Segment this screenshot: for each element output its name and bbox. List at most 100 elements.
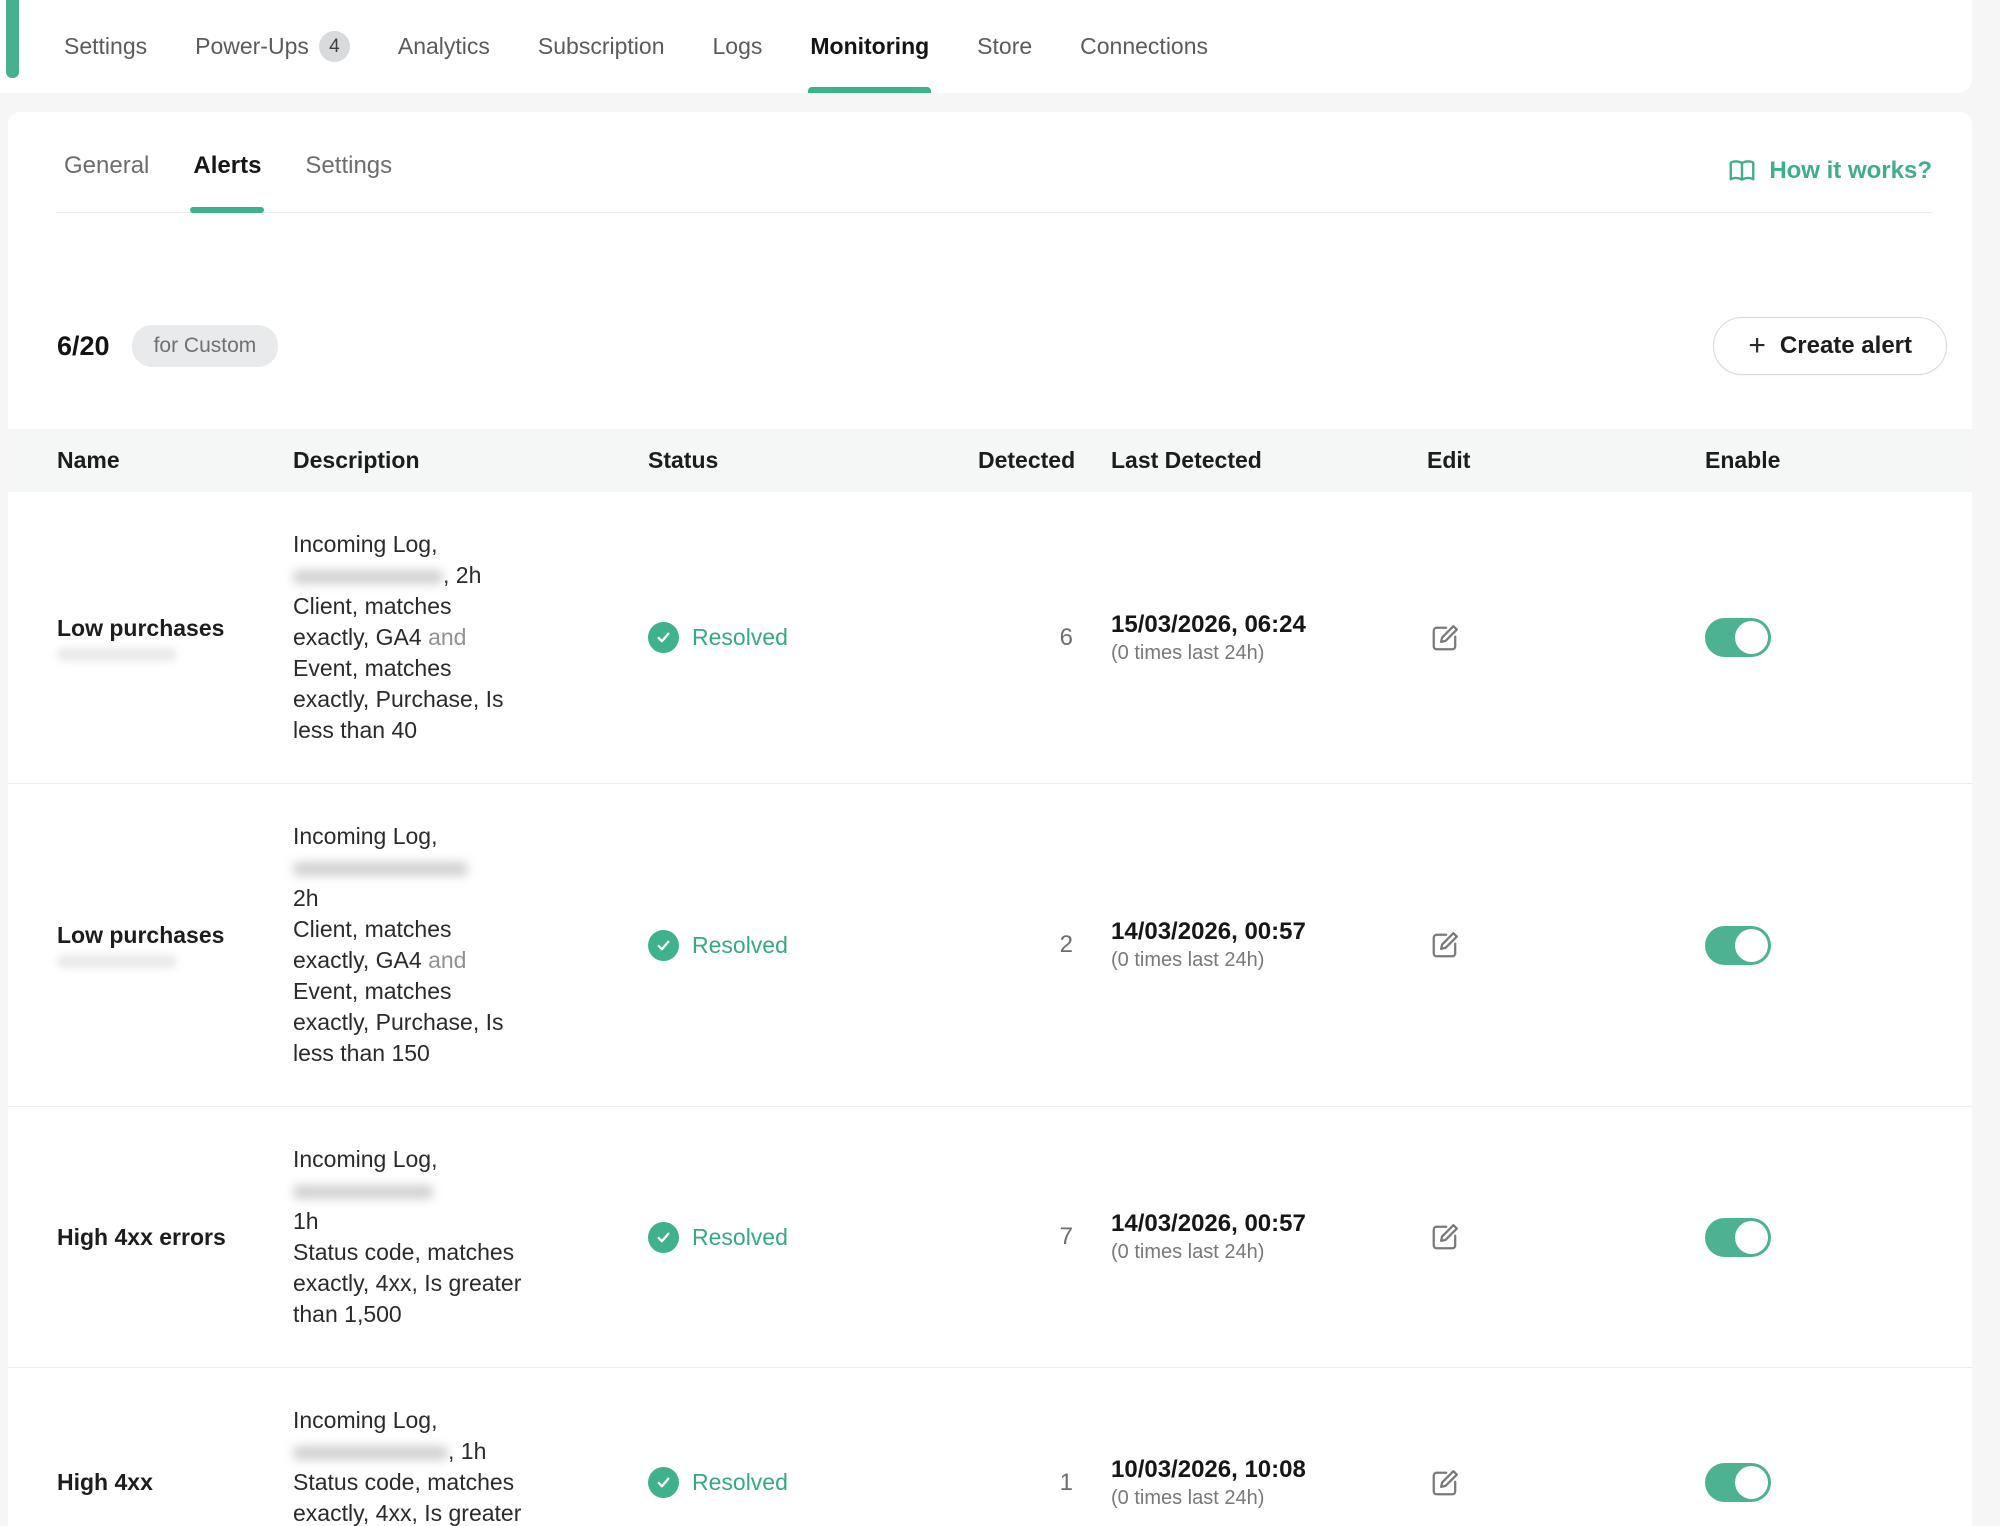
edit-pencil-icon (1427, 620, 1463, 656)
monitoring-tabs: General Alerts Settings (56, 152, 392, 212)
alerts-counter-group: 6/20 for Custom (57, 325, 278, 367)
alert-description: Incoming Log,1hStatus code, matchesexact… (293, 1107, 648, 1367)
header-last-detected: Last Detected (1083, 447, 1403, 474)
nav-item-store[interactable]: Store (977, 0, 1032, 93)
alert-row: Low purchases Incoming Log,2hClient, mat… (8, 784, 1972, 1107)
alert-name: High 4xx errors (57, 1224, 226, 1250)
power-ups-count-badge: 4 (319, 31, 350, 62)
header-detected: Detected (978, 447, 1083, 474)
status-label: Resolved (692, 624, 788, 651)
header-enable: Enable (1693, 447, 1972, 474)
nav-item-analytics[interactable]: Analytics (398, 0, 490, 93)
nav-label: Subscription (538, 33, 665, 60)
active-section-accent-bar (6, 0, 19, 78)
nav-label: Power-Ups (195, 33, 309, 60)
tab-settings[interactable]: Settings (305, 152, 392, 212)
toggle-knob (1735, 621, 1768, 654)
nav-label: Store (977, 33, 1032, 60)
alerts-table-body: Low purchases Incoming Log,, 2hClient, m… (8, 492, 1972, 1526)
last-detected-date: 14/03/2026, 00:57 (1111, 1210, 1393, 1238)
enable-toggle[interactable] (1705, 926, 1771, 965)
detected-count: 2 (978, 931, 1083, 959)
last-detected-date: 15/03/2026, 06:24 (1111, 611, 1393, 639)
status-badge: Resolved (648, 1467, 968, 1498)
status-badge: Resolved (648, 622, 968, 653)
alert-name: Low purchases (57, 922, 224, 948)
alert-name-redacted-text (57, 955, 177, 968)
top-navigation-bar: Settings Power-Ups 4 Analytics Subscript… (0, 0, 1972, 93)
nav-label: Logs (713, 33, 763, 60)
status-label: Resolved (692, 1469, 788, 1496)
edit-alert-button[interactable] (1427, 618, 1467, 658)
plus-icon: + (1748, 331, 1766, 361)
toggle-knob (1735, 929, 1768, 962)
resolved-check-icon (648, 622, 679, 653)
alert-name: Low purchases (57, 615, 224, 641)
resolved-check-icon (648, 1222, 679, 1253)
alert-row: High 4xx errors Incoming Log,1hStatus co… (8, 1107, 1972, 1368)
edit-pencil-icon (1427, 1465, 1463, 1501)
edit-pencil-icon (1427, 1219, 1463, 1255)
tab-general[interactable]: General (64, 152, 149, 212)
enable-toggle[interactable] (1705, 1218, 1771, 1257)
detected-count: 7 (978, 1223, 1083, 1251)
status-badge: Resolved (648, 1222, 968, 1253)
resolved-check-icon (648, 930, 679, 961)
toggle-knob (1735, 1221, 1768, 1254)
edit-pencil-icon (1427, 927, 1463, 963)
monitoring-panel: General Alerts Settings How it works? 6/… (8, 112, 1972, 1526)
alerts-count: 6/20 (57, 331, 110, 362)
alert-description: Incoming Log,, 2hClient, matchesexactly,… (293, 492, 648, 783)
monitoring-tabs-row: General Alerts Settings How it works? (56, 112, 1932, 213)
status-label: Resolved (692, 1224, 788, 1251)
toggle-knob (1735, 1466, 1768, 1499)
detected-count: 1 (978, 1469, 1083, 1497)
last-detected-note: (0 times last 24h) (1111, 642, 1393, 665)
alert-description: Incoming Log,, 1hStatus code, matchesexa… (293, 1368, 648, 1526)
main-nav: Settings Power-Ups 4 Analytics Subscript… (64, 0, 1208, 93)
header-name: Name (8, 447, 293, 474)
nav-item-subscription[interactable]: Subscription (538, 0, 665, 93)
resolved-check-icon (648, 1467, 679, 1498)
how-it-works-link[interactable]: How it works? (1727, 156, 1932, 212)
status-label: Resolved (692, 932, 788, 959)
header-edit: Edit (1403, 447, 1693, 474)
alerts-table-header: Name Description Status Detected Last De… (8, 429, 1972, 492)
alerts-toolbar: 6/20 for Custom + Create alert (57, 317, 1947, 375)
nav-item-connections[interactable]: Connections (1080, 0, 1208, 93)
enable-toggle[interactable] (1705, 1463, 1771, 1502)
nav-item-logs[interactable]: Logs (713, 0, 763, 93)
book-icon (1727, 156, 1757, 186)
last-detected-note: (0 times last 24h) (1111, 1487, 1393, 1510)
last-detected-date: 10/03/2026, 10:08 (1111, 1456, 1393, 1484)
enable-toggle[interactable] (1705, 618, 1771, 657)
nav-item-monitoring[interactable]: Monitoring (810, 0, 929, 93)
status-badge: Resolved (648, 930, 968, 961)
nav-label: Settings (64, 33, 147, 60)
alert-name-redacted-text (57, 648, 177, 661)
detected-count: 6 (978, 624, 1083, 652)
alerts-table: Name Description Status Detected Last De… (8, 429, 1972, 1526)
last-detected-note: (0 times last 24h) (1111, 949, 1393, 972)
header-description: Description (293, 447, 648, 474)
nav-item-power-ups[interactable]: Power-Ups 4 (195, 0, 350, 93)
alert-name: High 4xx (57, 1469, 153, 1495)
alert-row: High 4xx Incoming Log,, 1hStatus code, m… (8, 1368, 1972, 1526)
alert-row: Low purchases Incoming Log,, 2hClient, m… (8, 492, 1972, 784)
nav-label: Analytics (398, 33, 490, 60)
how-it-works-label: How it works? (1769, 157, 1932, 185)
alert-description: Incoming Log,2hClient, matchesexactly, G… (293, 784, 648, 1106)
tab-alerts[interactable]: Alerts (193, 152, 261, 212)
create-alert-button[interactable]: + Create alert (1713, 317, 1947, 375)
nav-label: Monitoring (810, 33, 929, 60)
edit-alert-button[interactable] (1427, 1217, 1467, 1257)
last-detected-note: (0 times last 24h) (1111, 1241, 1393, 1264)
plan-limit-badge: for Custom (132, 325, 279, 367)
nav-item-settings[interactable]: Settings (64, 0, 147, 93)
header-status: Status (648, 447, 978, 474)
nav-label: Connections (1080, 33, 1208, 60)
edit-alert-button[interactable] (1427, 925, 1467, 965)
edit-alert-button[interactable] (1427, 1463, 1467, 1503)
last-detected-date: 14/03/2026, 00:57 (1111, 918, 1393, 946)
create-alert-label: Create alert (1780, 332, 1912, 360)
